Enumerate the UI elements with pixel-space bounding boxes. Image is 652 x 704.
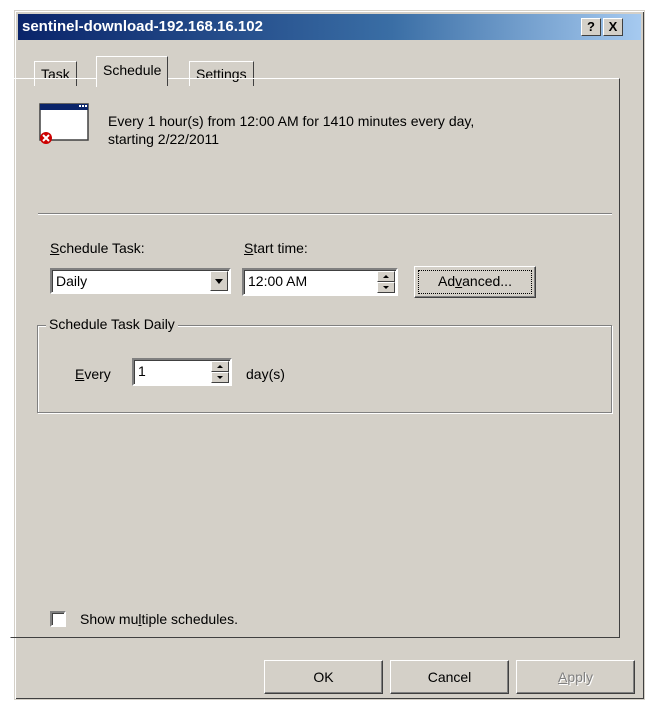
tab-schedule[interactable]: Schedule [96,56,169,87]
cancel-button[interactable]: Cancel [390,660,509,694]
show-multiple-text-b: tiple schedules. [141,611,238,627]
every-label-text: very [84,366,111,382]
show-multiple-text-a: Show mu [80,611,139,627]
apply-label: Apply [558,669,593,685]
chevron-down-icon[interactable] [210,271,228,291]
schedule-task-value: Daily [56,273,88,289]
summary-line-1: Every 1 hour(s) from 12:00 AM for 1410 m… [108,113,475,129]
every-access-key: E [75,366,85,382]
title-bar[interactable]: sentinel-download-192.168.16.102 ? X [18,14,641,40]
every-days-spinner[interactable] [211,361,229,383]
apply-access-key: A [557,669,568,685]
apply-button[interactable]: Apply [516,660,635,694]
show-multiple-label[interactable]: Show multiple schedules. [80,611,238,627]
start-time-label-text: tart time: [253,240,308,256]
show-multiple-checkbox[interactable] [50,611,66,627]
schedule-task-label: Schedule Task: [50,240,145,256]
every-label: Every [75,366,111,382]
start-time-field[interactable]: 12:00 AM [242,268,398,296]
schedule-task-daily-group: Schedule Task Daily [37,316,612,413]
spin-down-icon[interactable] [377,282,395,293]
tab-schedule-label: Schedule [103,62,162,78]
group-title: Schedule Task Daily [46,316,178,332]
spin-up-icon[interactable] [211,361,229,372]
ok-button[interactable]: OK [264,660,383,694]
schedule-task-label-text: chedule Task: [59,240,145,256]
every-days-value: 1 [138,363,146,379]
help-button[interactable]: ? [581,18,601,36]
active-tab-joint [97,86,188,89]
focus-rect [418,270,532,294]
schedule-summary: Every 1 hour(s) from 12:00 AM for 1410 m… [108,112,474,148]
spin-down-icon[interactable] [211,372,229,383]
summary-line-2: starting 2/22/2011 [108,131,220,147]
window-title: sentinel-download-192.168.16.102 [22,18,263,35]
days-unit-label: day(s) [246,366,285,382]
spin-up-icon[interactable] [377,271,395,282]
scheduled-task-error-icon [39,103,89,144]
advanced-button[interactable]: Advanced... [414,266,536,298]
start-time-spinner[interactable] [377,271,395,293]
separator [38,213,612,215]
schedule-task-access-key: S [50,240,60,256]
close-button[interactable]: X [603,18,623,36]
start-time-access-key: S [244,240,254,256]
schedule-task-dropdown[interactable]: Daily [50,268,231,294]
apply-label-text: pply [567,669,594,685]
start-time-value: 12:00 AM [248,273,308,289]
start-time-label: Start time: [244,240,308,256]
every-days-field[interactable]: 1 [132,358,232,386]
